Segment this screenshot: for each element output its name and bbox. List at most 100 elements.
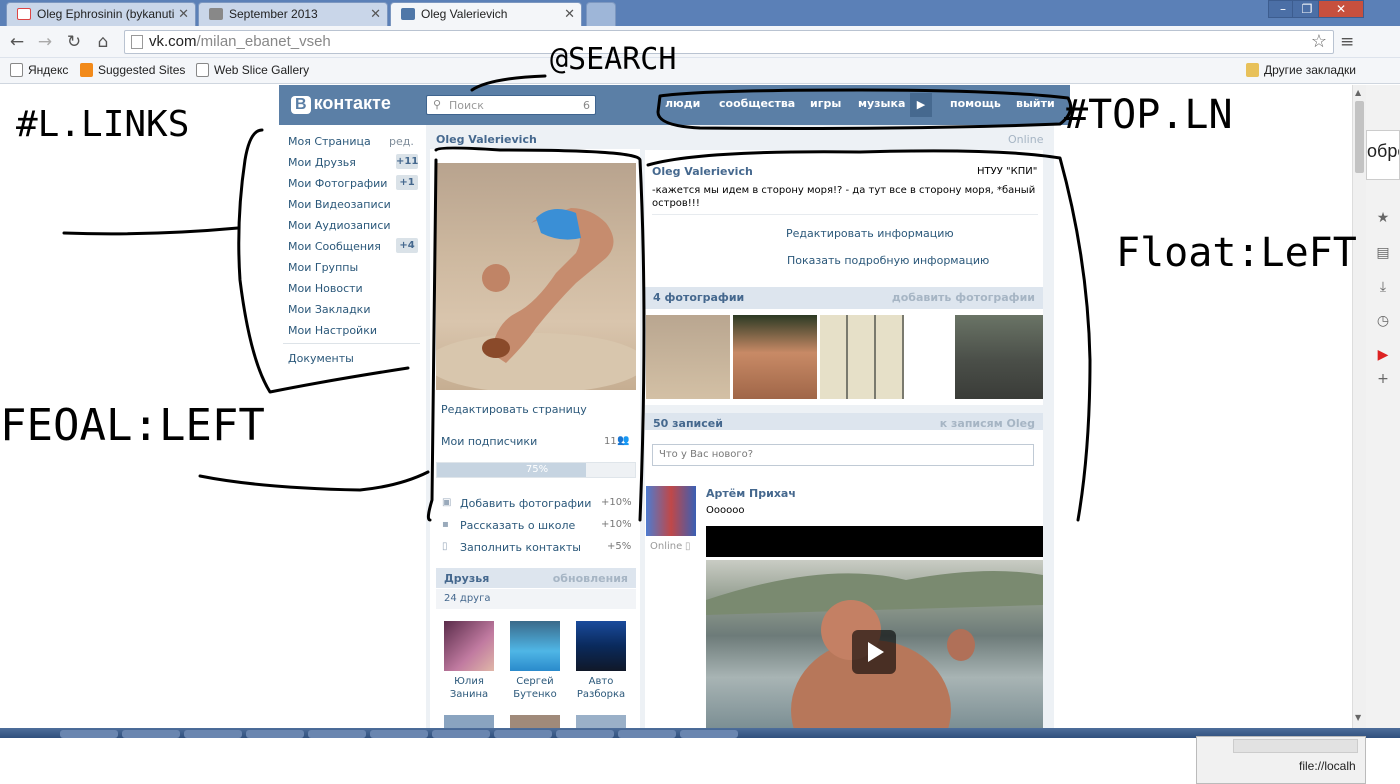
address-bar[interactable]: vk.com/milan_ebanet_vseh ☆	[124, 30, 1334, 54]
bookmark-other[interactable]: Другие закладки	[1246, 63, 1356, 77]
wall-post-input[interactable]: Что у Вас нового?	[652, 444, 1034, 466]
followers-link[interactable]: Мои подписчики	[441, 435, 537, 448]
task-school[interactable]: Рассказать о школе	[460, 519, 575, 532]
back-icon[interactable]: ←	[6, 32, 28, 52]
play-icon[interactable]	[852, 630, 896, 674]
taskbar-button[interactable]	[432, 730, 490, 738]
forward-icon[interactable]: →	[34, 32, 56, 52]
menu-my-groups[interactable]: Мои Группы	[288, 261, 358, 274]
friend-last-name: Занина	[449, 689, 489, 700]
menu-my-bookmarks[interactable]: Мои Закладки	[288, 303, 370, 316]
home-icon[interactable]: ⌂	[92, 32, 114, 52]
followers-icon: 👥	[617, 435, 630, 446]
menu-documents[interactable]: Документы	[288, 352, 354, 365]
clock-icon[interactable]: ◷	[1375, 313, 1391, 329]
note-icon[interactable]: ▤	[1375, 245, 1391, 261]
scroll-down-icon[interactable]: ▼	[1355, 713, 1361, 722]
task-add-photos[interactable]: Добавить фотографии	[460, 497, 591, 510]
reload-icon[interactable]: ↻	[63, 32, 85, 52]
edit-page-link[interactable]: Редактировать страницу	[441, 403, 587, 416]
menu-my-settings[interactable]: Мои Настройки	[288, 324, 377, 337]
menu-edit-link[interactable]: ред.	[389, 135, 414, 148]
close-icon[interactable]: ✕	[370, 6, 381, 22]
nav-more-arrow-icon[interactable]: ▶	[910, 93, 932, 117]
page-scrollbar[interactable]: ▲ ▼	[1352, 85, 1366, 728]
mini-scrollbar[interactable]	[1233, 739, 1358, 753]
logo-letter: В	[291, 96, 311, 114]
side-panel-tab[interactable]: обре	[1366, 130, 1400, 180]
bookmark-suggested-sites[interactable]: Suggested Sites	[80, 63, 185, 77]
taskbar-button[interactable]	[246, 730, 304, 738]
menu-my-news[interactable]: Мои Новости	[288, 282, 363, 295]
photo-thumbnail[interactable]	[820, 315, 904, 399]
nav-people[interactable]: люди	[665, 97, 700, 110]
menu-my-audio[interactable]: Мои Аудиозаписи	[288, 219, 391, 232]
close-icon[interactable]: ✕	[178, 6, 189, 22]
friend-card[interactable]: Сергей Бутенко	[505, 621, 565, 701]
bookmark-star-icon[interactable]: ☆	[1311, 31, 1327, 52]
task-contacts[interactable]: Заполнить контакты	[460, 541, 581, 554]
menu-my-page[interactable]: Моя Страница	[288, 135, 371, 148]
youtube-icon[interactable]: ▶	[1375, 347, 1391, 363]
page-icon	[131, 35, 143, 49]
progress-text: 75%	[525, 464, 549, 475]
taskbar-button[interactable]	[60, 730, 118, 738]
profile-photo[interactable]	[436, 163, 636, 390]
taskbar-button[interactable]	[618, 730, 676, 738]
scrollbar-thumb[interactable]	[1355, 101, 1364, 173]
bookmark-web-slice[interactable]: Web Slice Gallery	[196, 63, 309, 77]
post-author-name[interactable]: Артём Прихач	[706, 487, 796, 500]
friend-card[interactable]: Авто Разборка	[571, 621, 631, 701]
annotation-search: @SEARCH	[550, 42, 677, 77]
wall-link[interactable]: к записям Oleg	[940, 417, 1035, 430]
vk-logo[interactable]: Вконтакте	[291, 93, 391, 114]
show-info-link[interactable]: Показать подробную информацию	[787, 254, 989, 267]
friend-card[interactable]: Юлия Занина	[439, 621, 499, 701]
taskbar-button[interactable]	[122, 730, 180, 738]
nav-logout[interactable]: выйти	[1016, 97, 1055, 110]
taskbar-button[interactable]	[308, 730, 366, 738]
new-tab-button[interactable]	[586, 2, 616, 26]
mini-browser-window[interactable]: file://localh	[1196, 736, 1366, 784]
tab-vk[interactable]: Oleg Valerievich ✕	[390, 2, 582, 26]
taskbar-button[interactable]	[494, 730, 552, 738]
photo-thumbnail[interactable]	[733, 315, 817, 399]
photo-thumbnail[interactable]	[646, 315, 730, 399]
bookmark-label: Suggested Sites	[98, 63, 186, 77]
menu-my-friends[interactable]: Мои Друзья	[288, 156, 356, 169]
annotation-links: #L.LINKS	[16, 104, 190, 145]
nav-help[interactable]: помощь	[950, 97, 1001, 110]
tab-september[interactable]: September 2013 ✕	[198, 2, 388, 26]
nav-games[interactable]: игры	[810, 97, 841, 110]
search-input[interactable]: ⚲ Поиск 6	[426, 95, 596, 115]
post-author-avatar[interactable]	[646, 486, 696, 536]
taskbar-button[interactable]	[680, 730, 738, 738]
close-icon[interactable]: ✕	[564, 6, 575, 22]
window-close-button[interactable]: ✕	[1318, 0, 1364, 18]
edit-info-link[interactable]: Редактировать информацию	[786, 227, 954, 240]
photos-header[interactable]: 4 фотографии добавить фотографии	[645, 287, 1043, 309]
task-gain: +10%	[601, 519, 632, 530]
menu-my-messages[interactable]: Мои Сообщения	[288, 240, 381, 253]
taskbar-button[interactable]	[184, 730, 242, 738]
friends-updates-link[interactable]: обновления	[553, 572, 628, 585]
menu-my-photos[interactable]: Мои Фотографии	[288, 177, 387, 190]
taskbar-button[interactable]	[370, 730, 428, 738]
add-photos-link[interactable]: добавить фотографии	[892, 291, 1035, 304]
friend-last-name: Разборка	[576, 689, 626, 700]
tab-gmail[interactable]: Oleg Ephrosinin (bykanuti ✕	[6, 2, 196, 26]
star-icon[interactable]: ★	[1375, 210, 1391, 226]
scroll-up-icon[interactable]: ▲	[1355, 88, 1361, 97]
taskbar-button[interactable]	[556, 730, 614, 738]
bookmark-yandex[interactable]: Яндекс	[10, 63, 68, 77]
menu-my-videos[interactable]: Мои Видеозаписи	[288, 198, 391, 211]
logo-text: контакте	[313, 93, 391, 113]
photo-thumbnail[interactable]	[955, 315, 1043, 399]
add-icon[interactable]: +	[1375, 371, 1391, 387]
nav-music[interactable]: музыка	[858, 97, 905, 110]
menu-icon[interactable]: ≡	[1340, 32, 1354, 52]
online-status: Online	[1008, 133, 1044, 146]
download-icon[interactable]: ⤓	[1375, 279, 1391, 295]
nav-communities[interactable]: сообщества	[719, 97, 795, 110]
friends-header[interactable]: Друзья обновления	[436, 568, 636, 588]
